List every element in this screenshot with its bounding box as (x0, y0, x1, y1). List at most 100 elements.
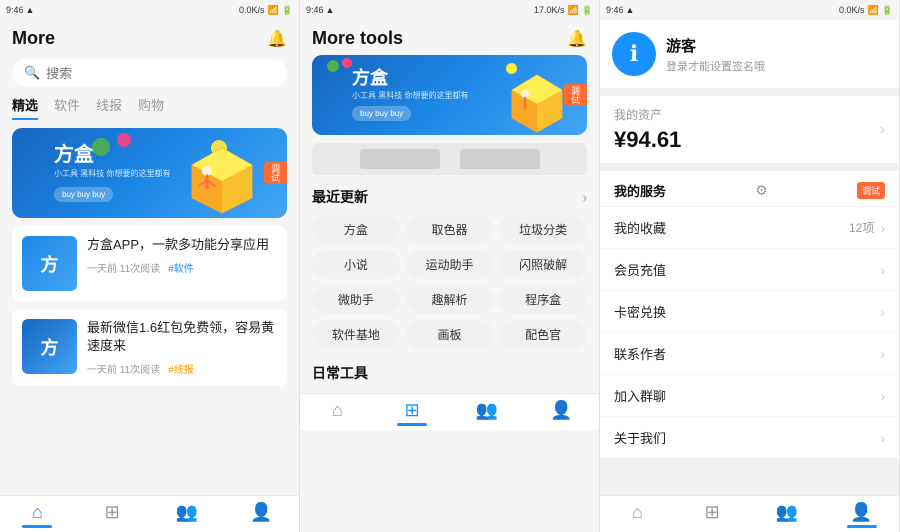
service-header: 我的服务 ⚙ 调试 (600, 171, 899, 207)
daily-label-p2: 日常工具 (312, 363, 587, 383)
bottom-nav-p1: ⌂ ⊞ 👥 👤 (0, 495, 299, 532)
service-section: 我的服务 ⚙ 调试 我的收藏 12项 › 会员充值 › 卡密兑换 › 联系作者 … (600, 171, 899, 458)
service-row-3[interactable]: 联系作者 › (600, 333, 899, 375)
daily-section-p2: 日常工具 (300, 357, 599, 393)
panel-more-tools: 9:46 ▲ 17.0K/s 📶 🔋 More tools 🔔 方盒 小工具 黑… (300, 0, 600, 532)
users-icon-p1: 👥 (176, 502, 198, 523)
banner-btn-p2[interactable]: buy buy buy (352, 106, 411, 121)
article-card-1[interactable]: 方 最新微信1.6红包免费领，容易黄速度来 一天前 11次阅读 #线报 (12, 309, 287, 386)
nav-home-p3[interactable]: ⌂ (600, 502, 675, 528)
tool-chip-4[interactable]: 运动助手 (406, 250, 494, 279)
nav-grid-p1[interactable]: ⊞ (75, 502, 150, 528)
search-bar-p1[interactable]: 🔍 (12, 59, 287, 87)
nav-grid-p2[interactable]: ⊞ (375, 400, 450, 426)
tool-chip-7[interactable]: 趣解析 (406, 285, 494, 314)
profile-header: ℹ 游客 登录才能设置签名哦 (600, 20, 899, 88)
tabs-p1: 精选 软件 线报 购物 (0, 95, 299, 120)
chevron-icon-0: › (880, 220, 885, 236)
time-p2: 9:46 (306, 5, 324, 15)
ad-bar-p2 (312, 143, 587, 175)
gear-icon[interactable]: ⚙ (755, 182, 768, 199)
banner-btn-p1[interactable]: buy buy buy (54, 187, 113, 202)
status-icons-p3: 0.0K/s 📶 🔋 (839, 5, 893, 16)
article-info-0: 方盒APP，一款多功能分享应用 一天前 11次阅读 #软件 (87, 236, 277, 275)
article-thumb-1: 方 (22, 319, 77, 374)
bell-icon-p1[interactable]: 🔔 (267, 29, 287, 49)
service-label-1: 会员充值 (614, 260, 666, 279)
service-row-1[interactable]: 会员充值 › (600, 249, 899, 291)
recent-arrow-p2[interactable]: › (583, 190, 587, 205)
tool-grid-p2: 方盒 取色器 垃圾分类 小说 运动助手 闪照破解 微助手 趣解析 程序盒 软件基… (300, 211, 599, 357)
tool-chip-0[interactable]: 方盒 (312, 215, 400, 244)
service-row-2[interactable]: 卡密兑换 › (600, 291, 899, 333)
home-icon-p2: ⌂ (332, 400, 343, 421)
article-thumb-0: 方 (22, 236, 77, 291)
tab-featured[interactable]: 精选 (12, 95, 38, 120)
nav-user-p3[interactable]: 👤 (824, 502, 899, 528)
article-info-1: 最新微信1.6红包免费领，容易黄速度来 一天前 11次阅读 #线报 (87, 319, 277, 376)
nav-users-p2[interactable]: 👥 (450, 400, 525, 426)
profile-sub: 登录才能设置签名哦 (666, 58, 765, 74)
tab-software[interactable]: 软件 (54, 95, 80, 120)
home-icon-p3: ⌂ (632, 502, 643, 523)
tool-chip-3[interactable]: 小说 (312, 250, 400, 279)
tab-shopping[interactable]: 购物 (138, 95, 164, 120)
tab-deals[interactable]: 线报 (96, 95, 122, 120)
article-meta-1: 一天前 11次阅读 #线报 (87, 361, 277, 376)
tool-chip-8[interactable]: 程序盒 (499, 285, 587, 314)
search-input-p1[interactable] (46, 66, 275, 81)
asset-card[interactable]: 我的资产 ¥94.61 › (600, 96, 899, 163)
nav-grid-p3[interactable]: ⊞ (675, 502, 750, 528)
banner-sub-p2: 小工具 黑科技 你想要的这里都有 (352, 90, 468, 101)
tool-chip-6[interactable]: 微助手 (312, 285, 400, 314)
service-label-3: 联系作者 (614, 344, 666, 363)
nav-user-p1[interactable]: 👤 (224, 502, 299, 528)
grid-icon-p2: ⊞ (405, 400, 420, 421)
status-icons-p1: 0.0K/s 📶 🔋 (239, 5, 293, 16)
article-title-0: 方盒APP，一款多功能分享应用 (87, 236, 277, 254)
nav-users-p1[interactable]: 👥 (150, 502, 225, 528)
status-bar-p1: 9:46 ▲ 0.0K/s 📶 🔋 (0, 0, 299, 20)
service-label-0: 我的收藏 (614, 218, 666, 237)
nav-user-p2[interactable]: 👤 (524, 400, 599, 426)
banner-title-p2: 方盒 (352, 69, 468, 87)
header-more-tools: More tools 🔔 (300, 20, 599, 55)
banner-sub-p1: 小工具 黑科技 你想要的这里都有 (54, 168, 170, 179)
chevron-icon-2: › (880, 304, 885, 320)
article-meta-0: 一天前 11次阅读 #软件 (87, 260, 277, 275)
asset-arrow: › (880, 121, 885, 139)
bottom-nav-p3: ⌂ ⊞ 👥 👤 (600, 495, 899, 532)
tool-chip-11[interactable]: 配色官 (499, 320, 587, 349)
banner-title-p1: 方盒 (54, 145, 170, 165)
service-row-0[interactable]: 我的收藏 12项 › (600, 207, 899, 249)
article-title-1: 最新微信1.6红包免费领，容易黄速度来 (87, 319, 277, 355)
nav-home-p2[interactable]: ⌂ (300, 400, 375, 426)
bell-icon-p2[interactable]: 🔔 (567, 29, 587, 49)
page-title-more: More (12, 28, 55, 49)
nav-home-p1[interactable]: ⌂ (0, 502, 75, 528)
service-row-5[interactable]: 关于我们 › (600, 417, 899, 458)
grid-icon-p1: ⊞ (105, 502, 120, 523)
avatar: ℹ (612, 32, 656, 76)
nav-users-p3[interactable]: 👥 (750, 502, 825, 528)
service-row-4[interactable]: 加入群聊 › (600, 375, 899, 417)
tool-chip-9[interactable]: 软件基地 (312, 320, 400, 349)
tool-chip-10[interactable]: 画板 (406, 320, 494, 349)
status-icon-p1: ▲ (26, 5, 35, 15)
search-icon-p1: 🔍 (24, 65, 40, 81)
panel-profile: 9:46 ▲ 0.0K/s 📶 🔋 ℹ 游客 登录才能设置签名哦 我的资产 ¥9… (600, 0, 900, 532)
tool-chip-1[interactable]: 取色器 (406, 215, 494, 244)
tool-chip-2[interactable]: 垃圾分类 (499, 215, 587, 244)
users-icon-p3: 👥 (776, 502, 798, 523)
article-tag-1: #线报 (168, 361, 194, 376)
banner-p2[interactable]: 方盒 小工具 黑科技 你想要的这里都有 buy buy buy 调试 (312, 55, 587, 135)
page-title-more-tools: More tools (312, 28, 403, 49)
grid-icon-p3: ⊞ (705, 502, 720, 523)
tool-chip-5[interactable]: 闪照破解 (499, 250, 587, 279)
user-icon-p1: 👤 (250, 502, 272, 523)
article-list-p1: 方 方盒APP，一款多功能分享应用 一天前 11次阅读 #软件 方 最新微信1.… (0, 226, 299, 495)
service-label-5: 关于我们 (614, 428, 666, 447)
recent-header-p2: 最近更新 › (300, 181, 599, 211)
banner-p1[interactable]: 方盒 小工具 黑科技 你想要的这里都有 buy buy buy (12, 128, 287, 218)
article-card-0[interactable]: 方 方盒APP，一款多功能分享应用 一天前 11次阅读 #软件 (12, 226, 287, 301)
